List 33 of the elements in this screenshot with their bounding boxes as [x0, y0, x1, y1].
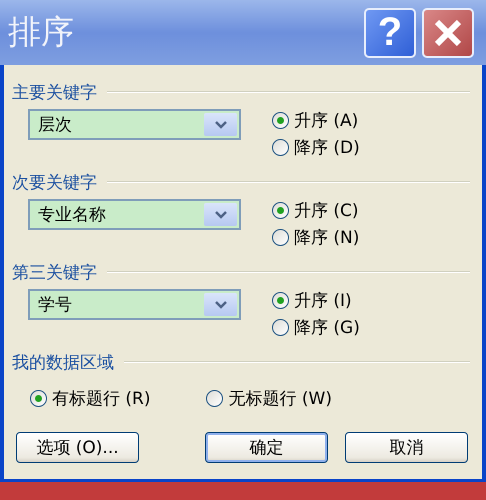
- dialog-button[interactable]: 选项 (O)...: [16, 432, 139, 463]
- radio-label[interactable]: 升序 (C): [294, 199, 359, 222]
- radio-button[interactable]: [206, 390, 224, 407]
- chevron-down-icon: [214, 300, 226, 308]
- chevron-down-icon: [214, 210, 226, 218]
- radio-label[interactable]: 降序 (D): [294, 136, 360, 159]
- key-dropdown[interactable]: 专业名称: [28, 199, 241, 230]
- radio-label[interactable]: 降序 (N): [294, 226, 360, 249]
- radio-button[interactable]: [272, 229, 289, 246]
- radio-button[interactable]: [272, 112, 289, 129]
- radio-button[interactable]: [272, 202, 289, 219]
- group-heading: 次要关键字: [12, 172, 97, 194]
- window-title: 排序: [8, 11, 75, 53]
- radio-button[interactable]: [272, 139, 289, 156]
- key-dropdown[interactable]: 学号: [28, 289, 241, 320]
- radio-button[interactable]: [272, 319, 289, 336]
- radio-label[interactable]: 升序 (A): [294, 109, 358, 132]
- chevron-down-icon: [214, 120, 226, 128]
- close-icon: [433, 18, 463, 48]
- help-button[interactable]: ?: [364, 8, 416, 58]
- group-heading: 我的数据区域: [12, 352, 114, 374]
- dialog-button[interactable]: 取消: [345, 432, 468, 463]
- radio-label[interactable]: 升序 (I): [294, 289, 352, 312]
- close-button[interactable]: [422, 8, 474, 58]
- radio-label[interactable]: 无标题行 (W): [228, 387, 332, 410]
- radio-button[interactable]: [272, 292, 289, 309]
- group-heading: 第三关键字: [12, 262, 97, 284]
- dialog-button[interactable]: 确定: [205, 432, 328, 463]
- key-dropdown[interactable]: 层次: [28, 109, 241, 140]
- group-heading: 主要关键字: [12, 82, 97, 104]
- radio-button[interactable]: [30, 390, 47, 407]
- radio-label[interactable]: 有标题行 (R): [52, 387, 150, 410]
- radio-label[interactable]: 降序 (G): [294, 316, 360, 339]
